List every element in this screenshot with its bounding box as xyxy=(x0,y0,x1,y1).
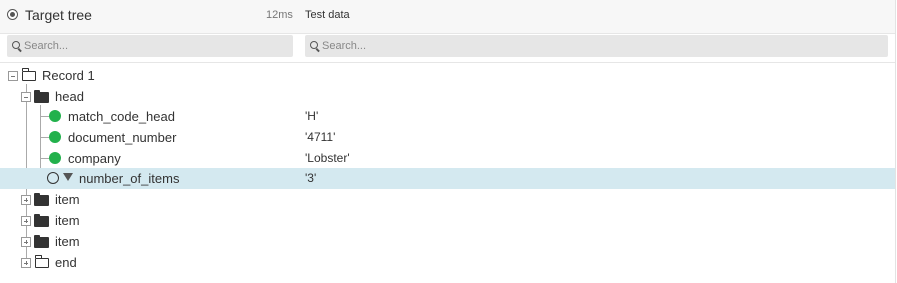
tree-node-label: company xyxy=(68,151,121,166)
expand-toggle-icon[interactable] xyxy=(21,258,31,268)
folder-open-icon xyxy=(34,255,49,268)
field-value: 'Lobster' xyxy=(305,151,350,165)
expand-toggle-icon[interactable] xyxy=(21,195,31,205)
tree-node-label: match_code_head xyxy=(68,109,175,124)
data-search-input[interactable] xyxy=(322,35,883,57)
tree-row-field[interactable]: company 'Lobster' xyxy=(0,148,895,169)
expand-toggle-icon[interactable] xyxy=(21,216,31,226)
tree-row-head[interactable]: head xyxy=(0,86,895,107)
panel-title: Target tree xyxy=(25,7,92,23)
tree-row-item[interactable]: item xyxy=(0,189,895,210)
folder-open-icon xyxy=(21,68,36,81)
tree-search-box xyxy=(7,35,293,57)
tree-node-label: Record 1 xyxy=(42,68,95,83)
radio-icon[interactable] xyxy=(7,9,18,20)
collapse-toggle-icon[interactable] xyxy=(8,71,18,81)
green-status-icon xyxy=(49,152,61,164)
green-status-icon xyxy=(49,131,61,143)
search-icon xyxy=(310,41,318,49)
tree-row-field[interactable]: document_number '4711' xyxy=(0,127,895,148)
folder-icon xyxy=(34,90,49,103)
collapse-toggle-icon[interactable] xyxy=(21,92,31,102)
expand-toggle-icon[interactable] xyxy=(21,237,31,247)
tree-search-input[interactable] xyxy=(24,35,288,57)
empty-status-icon xyxy=(47,172,59,184)
tree-node-label: item xyxy=(55,213,80,228)
tree-row-record[interactable]: Record 1 xyxy=(0,65,895,86)
data-search-box xyxy=(305,35,888,57)
tree-header: Target tree 12ms Test data xyxy=(0,0,896,34)
tree-row-item[interactable]: item xyxy=(0,231,895,252)
field-value: '3' xyxy=(305,171,317,185)
search-icon xyxy=(12,41,20,49)
tree-node-label: head xyxy=(55,89,84,104)
panel-border xyxy=(895,0,896,283)
tree-node-label: item xyxy=(55,234,80,249)
header-divider xyxy=(0,62,896,63)
tree-node-label: document_number xyxy=(68,130,177,145)
test-data-column-title: Test data xyxy=(305,9,350,21)
timing-label: 12ms xyxy=(266,9,293,21)
tree-node-label: number_of_items xyxy=(79,171,180,186)
tree-node-label: item xyxy=(55,192,80,207)
folder-icon xyxy=(34,214,49,227)
green-status-icon xyxy=(49,110,61,122)
tree-row-field[interactable]: match_code_head 'H' xyxy=(0,106,895,127)
tree-row-field-selected[interactable]: number_of_items '3' xyxy=(0,168,895,189)
triangle-down-icon[interactable] xyxy=(63,173,73,181)
tree-node-label: end xyxy=(55,255,77,270)
field-value: 'H' xyxy=(305,109,319,123)
field-value: '4711' xyxy=(305,130,336,144)
folder-icon xyxy=(34,235,49,248)
folder-icon xyxy=(34,193,49,206)
tree-row-end[interactable]: end xyxy=(0,252,895,273)
tree-row-item[interactable]: item xyxy=(0,210,895,231)
